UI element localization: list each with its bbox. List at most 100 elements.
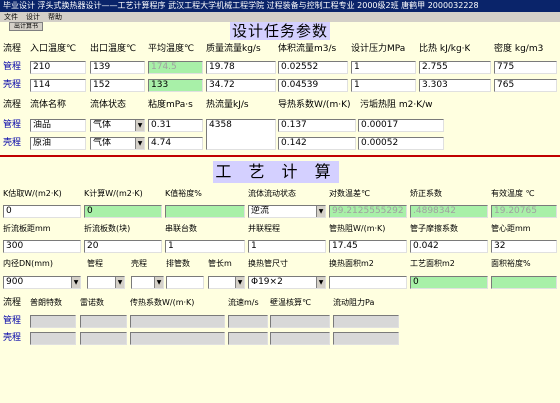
p2-label-tube-resistance: 管热阻W/(m·K) (329, 224, 386, 233)
tube-fluid-state-select[interactable]: 气体 ▼ (90, 119, 145, 132)
shell-mass-flow-field[interactable]: 34.72 (206, 79, 276, 92)
baffle-count-field[interactable]: 20 (84, 240, 162, 253)
p2-label-baffle-spacing: 折流板距mm (3, 224, 51, 233)
tube-size-value: Φ19×2 (251, 277, 283, 287)
p1-label-k-margin: K值裕度% (165, 189, 202, 198)
shell-prandtl-field (30, 332, 76, 345)
tube-density-field[interactable]: 775 (494, 61, 557, 74)
menu-bar: 文件 设计 帮助 (0, 12, 560, 22)
t3-row-label-shell: 壳程 (3, 333, 22, 343)
area-margin-field (491, 276, 557, 289)
tube-conductivity-field[interactable]: 0.137 (278, 119, 356, 132)
tube-pitch-field[interactable]: 32 (491, 240, 557, 253)
shell-volume-flow-field[interactable]: 0.04539 (278, 79, 348, 92)
tube-inlet-temp-field[interactable]: 210 (30, 61, 86, 74)
tube-viscosity-field[interactable]: 0.31 (148, 119, 203, 132)
t2-header-fluid-name: 流体名称 (30, 100, 67, 110)
t1-row-label-tube: 管程 (3, 62, 22, 72)
tube-length-select[interactable]: ▼ (208, 276, 245, 289)
p3-label-shell-passes: 壳程 (131, 259, 147, 268)
shell-density-field[interactable]: 765 (494, 79, 557, 92)
p3-label-tube-size: 换热管尺寸 (248, 259, 288, 268)
tube-reynolds-field (80, 315, 127, 328)
p3-label-area-margin: 面积裕度% (491, 259, 531, 268)
generate-report-button[interactable]: 出计算书 (9, 22, 43, 31)
menu-design[interactable]: 设计 (22, 12, 44, 22)
series-units-field[interactable]: 1 (165, 240, 245, 253)
shell-conductivity-field[interactable]: 0.142 (278, 137, 356, 150)
shell-reynolds-field (80, 332, 127, 345)
shell-fluid-name-field[interactable]: 原油 (30, 137, 86, 150)
p3-label-tube-count: 排管数 (166, 259, 190, 268)
t1-header-avg-temp: 平均温度℃ (148, 44, 195, 54)
heat-flow-field[interactable]: 4358 (206, 119, 276, 150)
tube-resistance-field[interactable]: 17.45 (329, 240, 407, 253)
tube-mass-flow-field[interactable]: 19.78 (206, 61, 276, 74)
t2-row-label-tube: 管程 (3, 120, 22, 130)
friction-factor-field[interactable]: 0.042 (410, 240, 488, 253)
tube-passes-select[interactable]: ▼ (87, 276, 125, 289)
tube-specific-heat-field[interactable]: 2.755 (419, 61, 491, 74)
t3-header-pressure-drop: 流动阻力Pa (333, 298, 375, 307)
process-area-field: 0 (410, 276, 488, 289)
chevron-down-icon: ▼ (316, 206, 325, 217)
shell-outlet-temp-field[interactable]: 152 (90, 79, 145, 92)
tube-design-pressure-field[interactable]: 1 (351, 61, 416, 74)
tube-count-field[interactable] (166, 276, 204, 289)
p3-label-tube-passes: 管程 (87, 259, 103, 268)
t1-header-density: 密度 kg/m3 (494, 44, 544, 54)
tube-prandtl-field (30, 315, 76, 328)
effective-temp-field: 19.20765 (491, 205, 557, 218)
k-calculated-field: 0 (84, 205, 162, 218)
t1-row-label-shell: 壳程 (3, 80, 22, 90)
p2-label-friction-factor: 管子摩擦系数 (410, 224, 458, 233)
shell-pressure-drop-field (333, 332, 399, 345)
tube-size-select[interactable]: Φ19×2 ▼ (248, 276, 326, 289)
menu-file[interactable]: 文件 (0, 12, 22, 22)
t2-header-heat-flow: 热流量kJ/s (206, 100, 249, 110)
p3-label-inner-diameter: 内径DN(mm) (3, 259, 53, 268)
shell-velocity-field (228, 332, 268, 345)
t3-header-wall-temp: 壁温核算℃ (270, 298, 311, 307)
parallel-field[interactable]: 1 (248, 240, 326, 253)
shell-viscosity-field[interactable]: 4.74 (148, 137, 203, 150)
t3-header-heat-transfer-coeff: 传热系数W/(m·K) (130, 298, 195, 307)
chevron-down-icon: ▼ (135, 138, 144, 149)
p1-label-effective-temp: 有效温度 ℃ (491, 189, 535, 198)
p1-label-k-calculated: K计算W/(m2·K) (84, 189, 143, 198)
t2-header-process: 流程 (3, 100, 22, 110)
p2-label-tube-pitch: 管心距mm (491, 224, 531, 233)
shell-specific-heat-field[interactable]: 3.303 (419, 79, 491, 92)
tube-outlet-temp-field[interactable]: 139 (90, 61, 145, 74)
correction-factor-field: .4898342 (410, 205, 488, 218)
shell-inlet-temp-field[interactable]: 114 (30, 79, 86, 92)
p1-label-k-estimate: K估取W/(m2·K) (3, 189, 62, 198)
shell-fluid-state-select[interactable]: 气体 ▼ (90, 137, 145, 150)
shell-fouling-field[interactable]: 0.00052 (358, 137, 444, 150)
heat-transfer-area-field[interactable] (329, 276, 407, 289)
tube-fouling-field[interactable]: 0.00017 (358, 119, 444, 132)
inner-diameter-select[interactable]: 900 ▼ (3, 276, 81, 289)
p3-label-heat-transfer-area: 换热面积m2 (329, 259, 374, 268)
t2-header-fouling: 污垢热阻 m2·K/w (360, 100, 433, 110)
p2-label-parallel: 并联程程 (248, 224, 280, 233)
t2-header-viscosity: 粘度mPa·s (148, 100, 193, 110)
t3-row-label-tube: 管程 (3, 316, 22, 326)
chevron-down-icon: ▼ (316, 277, 325, 288)
menu-help[interactable]: 帮助 (44, 12, 66, 22)
k-estimate-field[interactable]: 0 (3, 205, 81, 218)
tube-heat-transfer-coeff-field (130, 315, 225, 328)
shell-passes-select[interactable]: ▼ (131, 276, 164, 289)
shell-design-pressure-field[interactable]: 1 (351, 79, 416, 92)
t1-header-process: 流程 (3, 44, 22, 54)
shell-avg-temp-field: 133 (148, 79, 203, 92)
tube-pressure-drop-field (333, 315, 399, 328)
baffle-spacing-field[interactable]: 300 (3, 240, 81, 253)
tube-wall-temp-field (270, 315, 330, 328)
flow-pattern-select[interactable]: 逆流 ▼ (248, 205, 326, 218)
tube-avg-temp-field: 174.5 (148, 61, 203, 74)
tube-fluid-name-field[interactable]: 油品 (30, 119, 86, 132)
process-calculation-heading: 工 艺 计 算 (213, 161, 339, 183)
tube-volume-flow-field[interactable]: 0.02552 (278, 61, 348, 74)
tube-velocity-field (228, 315, 268, 328)
